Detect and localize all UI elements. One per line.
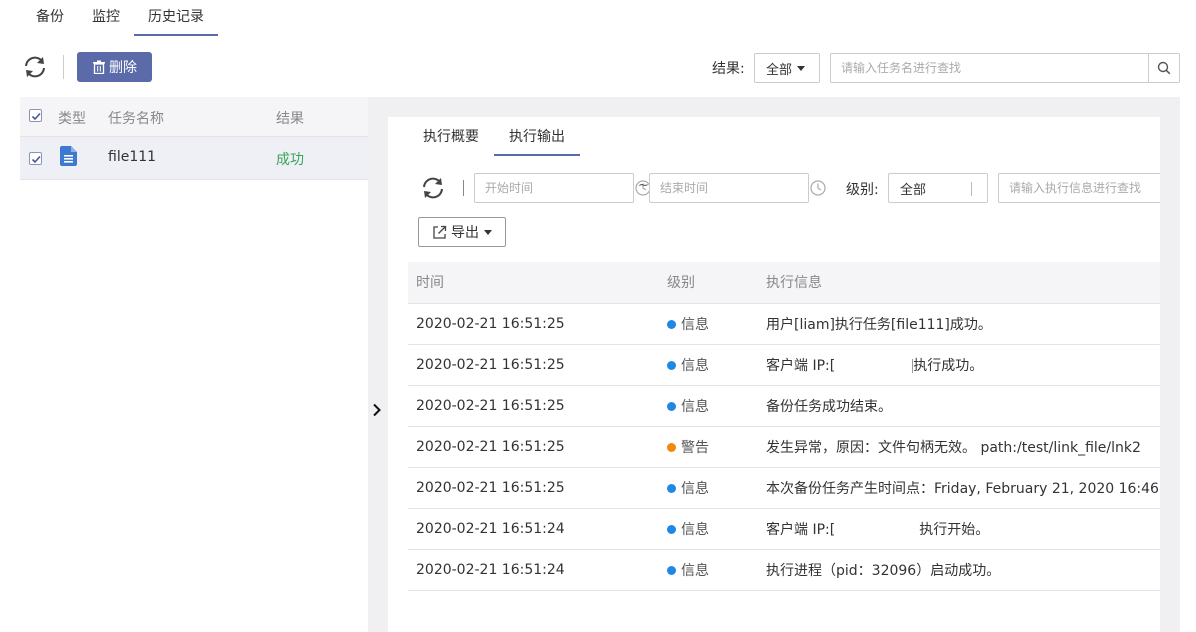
search-icon (1157, 61, 1171, 75)
detail-tabs: 执行概要 执行输出 (408, 117, 580, 157)
toolbar: 删除 结果: 全部 (20, 50, 1180, 84)
toolbar-divider (63, 55, 64, 79)
file-icon (60, 146, 77, 166)
refresh-button[interactable] (20, 52, 50, 82)
log-message: 发生异常，原因：文件句柄无效。 path:/test/link_file/lnk… (758, 426, 1160, 468)
log-time: 2020-02-21 16:51:24 (408, 549, 659, 591)
level-dot (667, 565, 676, 575)
task-table-header: 类型 任务名称 结果 (20, 97, 368, 137)
log-level: 信息 (659, 467, 758, 509)
check-icon (31, 112, 41, 121)
redacted-ip (835, 358, 914, 373)
log-search (998, 173, 1160, 203)
tab-history[interactable]: 历史记录 (134, 0, 218, 36)
result-filter-value: 全部 (766, 62, 793, 78)
end-time-picker (649, 173, 826, 203)
select-divider (971, 182, 972, 196)
log-level: 信息 (659, 344, 758, 386)
log-level: 警告 (659, 426, 758, 468)
delete-button[interactable]: 删除 (77, 52, 152, 82)
log-message: 执行进程（pid：32096）启动成功。 (758, 549, 1160, 591)
log-time: 2020-02-21 16:51:24 (408, 508, 659, 550)
table-row: 2020-02-21 16:51:25 信息 客户端 IP:[执行成功。 (408, 344, 1160, 386)
tab-execution-summary[interactable]: 执行概要 (408, 117, 494, 156)
table-row[interactable]: file111 成功 (20, 137, 368, 180)
log-time: 2020-02-21 16:51:25 (408, 344, 659, 386)
col-time: 时间 (408, 262, 659, 304)
level-dot (667, 483, 676, 493)
log-time: 2020-02-21 16:51:25 (408, 467, 659, 509)
log-table: 时间 级别 执行信息 2020-02-21 16:51:25 信息 用户[lia… (408, 262, 1160, 591)
result-filter-label: 结果: (712, 61, 745, 77)
log-message: 备份任务成功结束。 (758, 385, 1160, 427)
task-result: 成功 (276, 152, 304, 168)
export-label: 导出 (451, 225, 479, 241)
table-row: 2020-02-21 16:51:25 信息 本次备份任务产生时间点：Frida… (408, 467, 1160, 509)
clock-icon (810, 180, 826, 196)
chevron-down-icon (484, 229, 492, 235)
start-time-picker (474, 173, 651, 203)
log-level: 信息 (659, 385, 758, 427)
table-row: 2020-02-21 16:51:24 信息 客户端 IP:[执行开始。 (408, 508, 1160, 550)
export-button[interactable]: 导出 (418, 217, 506, 247)
task-list-panel: 类型 任务名称 结果 file111 成功 (20, 97, 368, 632)
level-dot (667, 360, 676, 370)
tab-execution-output[interactable]: 执行输出 (494, 117, 580, 156)
result-filter-select[interactable]: 全部 (754, 53, 820, 83)
task-search (830, 53, 1180, 83)
col-task-name: 任务名称 (108, 111, 164, 127)
task-search-input[interactable] (831, 54, 1148, 82)
detail-panel: 执行概要 执行输出 ~ 级别: 全部 (388, 117, 1160, 632)
col-message: 执行信息 (758, 262, 1160, 304)
log-level: 信息 (659, 549, 758, 591)
level-filter-select[interactable]: 全部 (888, 173, 988, 203)
log-search-input[interactable] (999, 174, 1160, 202)
level-dot (667, 319, 676, 329)
level-filter-value: 全部 (900, 182, 927, 198)
table-row: 2020-02-21 16:51:25 信息 备份任务成功结束。 (408, 385, 1160, 427)
top-tabs: 备份 监控 历史记录 (22, 0, 218, 36)
refresh-icon (423, 177, 443, 199)
tab-backup[interactable]: 备份 (22, 0, 78, 36)
col-type: 类型 (58, 111, 86, 127)
log-time: 2020-02-21 16:51:25 (408, 385, 659, 427)
log-level: 信息 (659, 303, 758, 345)
row-checkbox[interactable] (29, 152, 42, 165)
start-time-input[interactable] (475, 174, 635, 202)
level-filter-label: 级别: (846, 182, 879, 198)
log-time: 2020-02-21 16:51:25 (408, 303, 659, 345)
level-dot (667, 442, 676, 452)
refresh-icon (25, 56, 45, 78)
select-all-checkbox[interactable] (29, 109, 42, 122)
chevron-down-icon (797, 66, 805, 71)
table-row: 2020-02-21 16:51:24 信息 执行进程（pid：32096）启动… (408, 549, 1160, 591)
col-result: 结果 (276, 111, 304, 127)
check-icon (31, 155, 41, 164)
range-separator: ~ (638, 178, 649, 193)
col-level: 级别 (659, 262, 758, 304)
tab-monitor[interactable]: 监控 (78, 0, 134, 36)
redacted-ip (835, 523, 919, 537)
table-row: 2020-02-21 16:51:25 信息 用户[liam]执行任务[file… (408, 303, 1160, 345)
chevron-right-icon[interactable] (372, 403, 382, 417)
filter-divider (463, 180, 464, 196)
level-dot (667, 401, 676, 411)
export-icon (433, 225, 447, 239)
log-message: 客户端 IP:[执行成功。 (758, 344, 1160, 386)
task-name[interactable]: file111 (108, 149, 156, 165)
log-message: 用户[liam]执行任务[file111]成功。 (758, 303, 1160, 345)
delete-label: 删除 (109, 60, 137, 76)
level-dot (667, 524, 676, 534)
trash-icon (93, 60, 105, 74)
log-time: 2020-02-21 16:51:25 (408, 426, 659, 468)
end-time-input[interactable] (650, 174, 810, 202)
log-message: 本次备份任务产生时间点：Friday, February 21, 2020 16… (758, 467, 1160, 509)
table-row: 2020-02-21 16:51:25 警告 发生异常，原因：文件句柄无效。 p… (408, 426, 1160, 468)
panel-splitter[interactable] (368, 97, 388, 632)
task-search-button[interactable] (1148, 54, 1179, 82)
log-level: 信息 (659, 508, 758, 550)
refresh-logs-button[interactable] (418, 173, 448, 203)
log-table-header: 时间 级别 执行信息 (408, 262, 1160, 304)
log-message: 客户端 IP:[执行开始。 (758, 508, 1160, 550)
